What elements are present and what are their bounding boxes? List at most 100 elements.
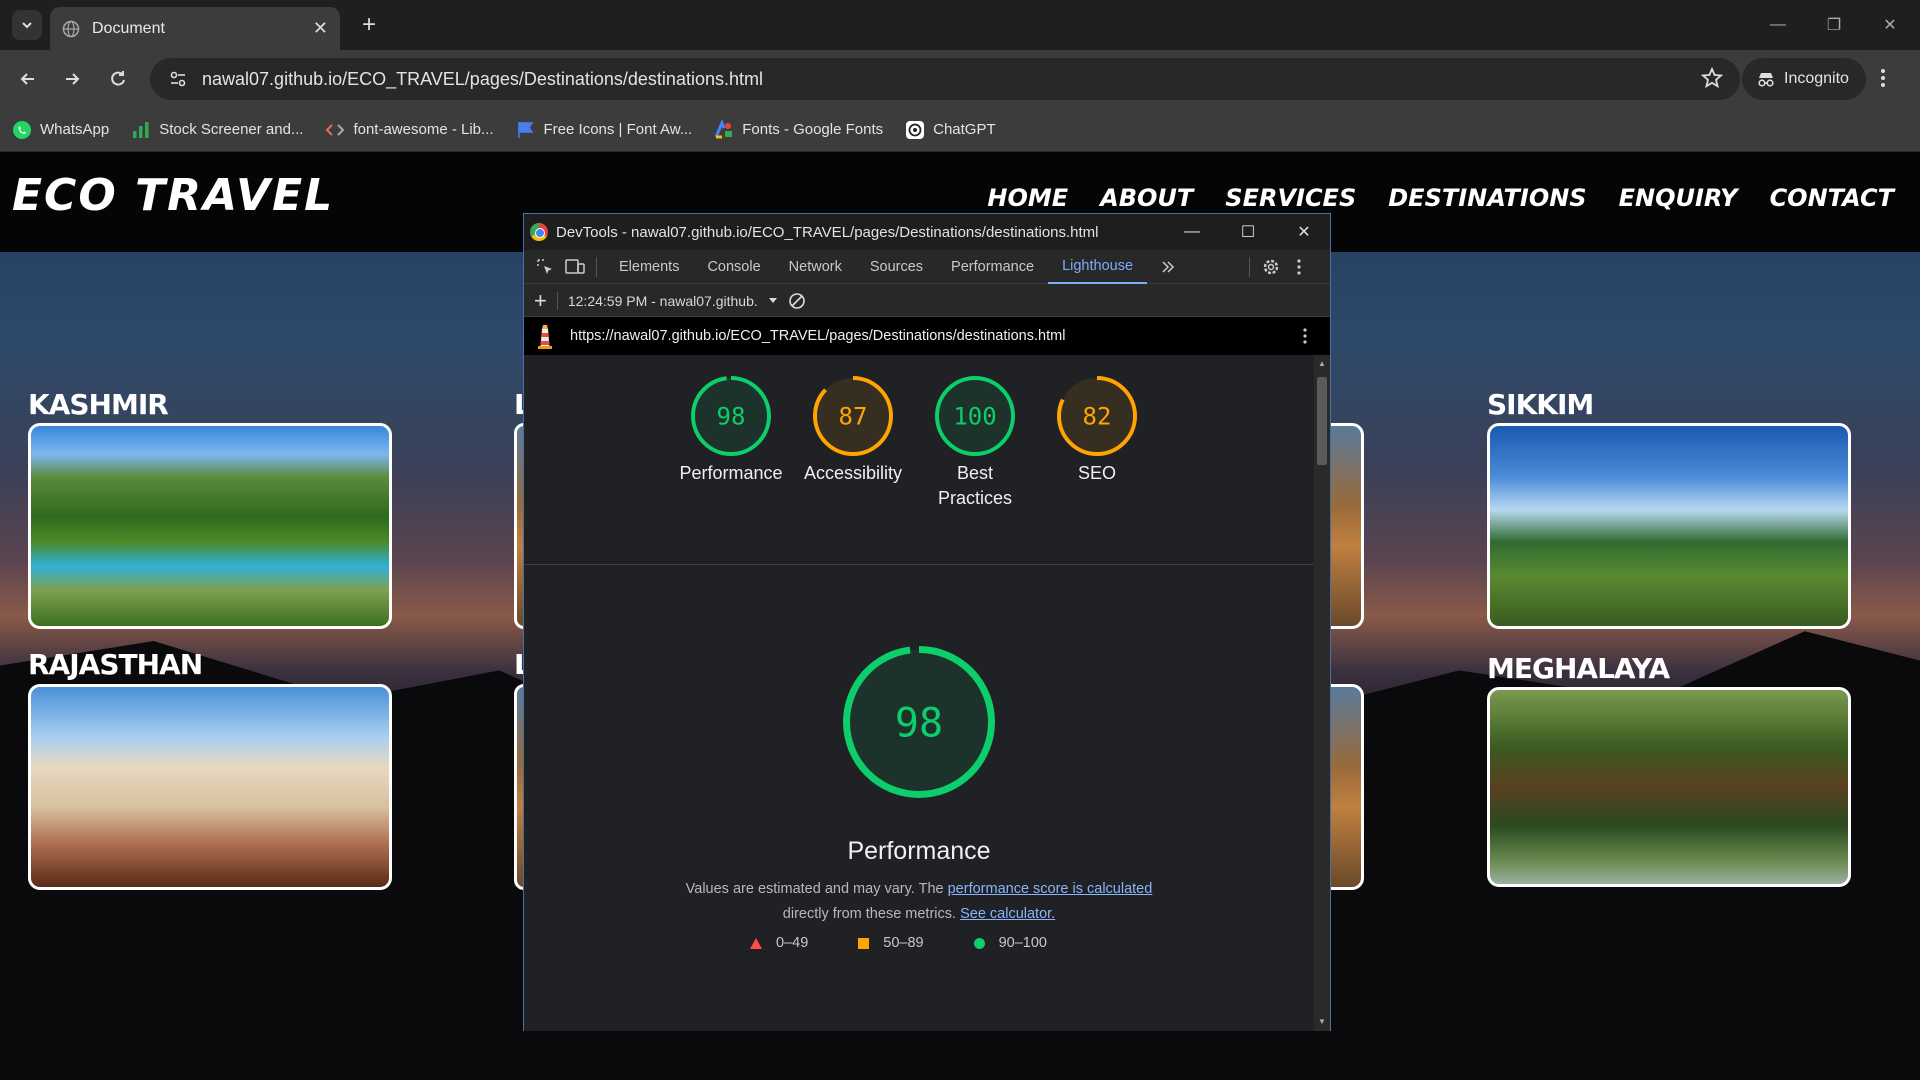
gauge-score-value: 98 — [717, 403, 746, 431]
nav-enquiry[interactable]: ENQUIRY — [1619, 184, 1738, 212]
score-gauge[interactable]: 87 Accessibility — [802, 375, 904, 511]
scroll-down-icon[interactable]: ▼ — [1317, 1017, 1327, 1027]
devtools-close-button[interactable]: ✕ — [1276, 214, 1332, 250]
score-ring: 100 — [935, 376, 1015, 456]
score-legend: 0–49 50–89 90–100 — [750, 935, 1047, 951]
score-gauges: 98 Performance 87 Accessibility 100 Best… — [679, 375, 1148, 511]
score-gauge[interactable]: 98 Performance — [679, 375, 783, 511]
close-window-button[interactable]: ✕ — [1862, 0, 1918, 50]
chatgpt-icon — [905, 120, 925, 140]
device-toolbar-icon[interactable] — [562, 254, 588, 280]
legend-item-fail: 0–49 — [750, 935, 808, 951]
browser-menu-icon[interactable] — [1880, 66, 1886, 90]
dropdown-caret-icon[interactable] — [768, 297, 778, 305]
browser-tabstrip: Document ✕ + — ❐ ✕ — [0, 0, 1920, 50]
browser-toolbar: nawal07.github.io/ECO_TRAVEL/pages/Desti… — [0, 50, 1920, 108]
destination-label-sikkim: SIKKIM — [1487, 388, 1594, 421]
lighthouse-icon — [538, 325, 552, 349]
nav-home[interactable]: HOME — [987, 184, 1068, 212]
lighthouse-report: 98 Performance 87 Accessibility 100 Best… — [524, 355, 1314, 1031]
arrow-left-icon — [20, 73, 34, 85]
see-calculator-link[interactable]: See calculator. — [960, 906, 1055, 922]
new-tab-button[interactable]: + — [354, 10, 384, 40]
scroll-up-icon[interactable]: ▲ — [1317, 359, 1327, 369]
tune-icon — [170, 71, 186, 87]
site-info-button[interactable] — [164, 65, 192, 93]
score-description: Values are estimated and may vary. The p… — [524, 877, 1314, 927]
address-url: nawal07.github.io/ECO_TRAVEL/pages/Desti… — [202, 68, 763, 89]
incognito-indicator[interactable]: Incognito — [1742, 58, 1866, 100]
incognito-label: Incognito — [1784, 70, 1849, 87]
section-divider — [524, 564, 1314, 565]
more-tabs-icon[interactable] — [1155, 254, 1181, 280]
site-logo[interactable]: ECO TRAVEL — [12, 170, 334, 221]
chrome-logo-icon — [530, 223, 548, 241]
bookmark-free-icons[interactable]: Free Icons | Font Aw... — [516, 120, 693, 140]
score-gauge[interactable]: 82 SEO — [1046, 375, 1148, 511]
back-button[interactable] — [12, 63, 44, 95]
arrow-right-icon — [66, 73, 80, 85]
lighthouse-toolbar: + 12:24:59 PM - nawal07.github. — [524, 285, 1330, 317]
tab-title: Document — [92, 19, 165, 37]
tab-performance[interactable]: Performance — [937, 250, 1048, 284]
whatsapp-icon — [12, 120, 32, 140]
tab-console[interactable]: Console — [693, 250, 774, 284]
tab-search-button[interactable] — [12, 10, 42, 40]
tab-sources[interactable]: Sources — [856, 250, 937, 284]
bookmark-label: Free Icons | Font Aw... — [543, 121, 693, 138]
bookmark-label: Stock Screener and... — [159, 121, 304, 138]
report-scrollbar[interactable]: ▲ ▼ — [1314, 355, 1330, 1031]
nav-destinations[interactable]: DESTINATIONS — [1388, 184, 1586, 212]
tab-lighthouse[interactable]: Lighthouse — [1048, 250, 1148, 284]
bar-chart-icon — [131, 120, 151, 140]
nav-about[interactable]: ABOUT — [1100, 184, 1193, 212]
browser-tab[interactable]: Document ✕ — [50, 7, 340, 50]
performance-score-link[interactable]: performance score is calculated — [948, 881, 1153, 897]
destination-label-kashmir: KASHMIR — [28, 388, 169, 421]
square-icon — [858, 937, 870, 949]
address-bar[interactable]: nawal07.github.io/ECO_TRAVEL/pages/Desti… — [150, 58, 1740, 100]
devtools-maximize-button[interactable]: ☐ — [1220, 214, 1276, 250]
minimize-window-button[interactable]: — — [1750, 0, 1806, 50]
destination-image-sikkim[interactable] — [1487, 423, 1851, 629]
destination-image-rajasthan[interactable] — [28, 684, 392, 890]
devtools-minimize-button[interactable]: — — [1164, 214, 1220, 250]
destination-image-kashmir[interactable] — [28, 423, 392, 629]
score-gauge[interactable]: 100 Best Practices — [924, 375, 1026, 511]
destination-image-meghalaya[interactable] — [1487, 687, 1851, 887]
score-label: Performance — [679, 463, 783, 483]
nav-contact[interactable]: CONTACT — [1770, 184, 1894, 212]
site-nav: HOME ABOUT SERVICES DESTINATIONS ENQUIRY… — [987, 184, 1894, 212]
bookmark-label: Fonts - Google Fonts — [742, 121, 884, 138]
bookmark-chatgpt[interactable]: ChatGPT — [905, 120, 996, 140]
bookmark-whatsapp[interactable]: WhatsApp — [12, 120, 109, 140]
gauge-score-value: 98 — [895, 700, 943, 746]
bookmark-star-icon[interactable] — [1700, 66, 1724, 90]
gauge-score-value: 82 — [1083, 403, 1112, 431]
report-menu-icon[interactable] — [1302, 327, 1308, 345]
toolbar-divider — [596, 256, 597, 277]
reload-button[interactable] — [102, 63, 134, 95]
gauge-score-value: 100 — [953, 403, 996, 431]
settings-gear-icon[interactable] — [1258, 254, 1284, 280]
new-report-icon[interactable]: + — [534, 288, 547, 314]
inspect-element-icon[interactable] — [532, 254, 558, 280]
bookmark-stock-screener[interactable]: Stock Screener and... — [131, 120, 303, 140]
report-selector[interactable]: 12:24:59 PM - nawal07.github. — [568, 293, 758, 309]
main-score-title: Performance — [847, 837, 991, 865]
forward-button[interactable] — [56, 63, 88, 95]
clear-report-icon[interactable] — [788, 292, 806, 310]
bookmark-google-fonts[interactable]: Fonts - Google Fonts — [714, 119, 884, 140]
gauge-score-value: 87 — [839, 403, 868, 431]
score-ring: 87 — [813, 376, 893, 456]
bookmark-font-awesome-lib[interactable]: font-awesome - Lib... — [325, 120, 494, 140]
legend-item-average: 50–89 — [858, 935, 924, 951]
devtools-menu-icon[interactable] — [1286, 254, 1312, 280]
scrollbar-thumb[interactable] — [1317, 377, 1327, 465]
tab-network[interactable]: Network — [775, 250, 856, 284]
tab-elements[interactable]: Elements — [605, 250, 693, 284]
chevron-down-icon — [22, 22, 32, 29]
nav-services[interactable]: SERVICES — [1225, 184, 1356, 212]
restore-window-button[interactable]: ❐ — [1806, 0, 1862, 50]
close-tab-icon[interactable]: ✕ — [313, 18, 328, 39]
